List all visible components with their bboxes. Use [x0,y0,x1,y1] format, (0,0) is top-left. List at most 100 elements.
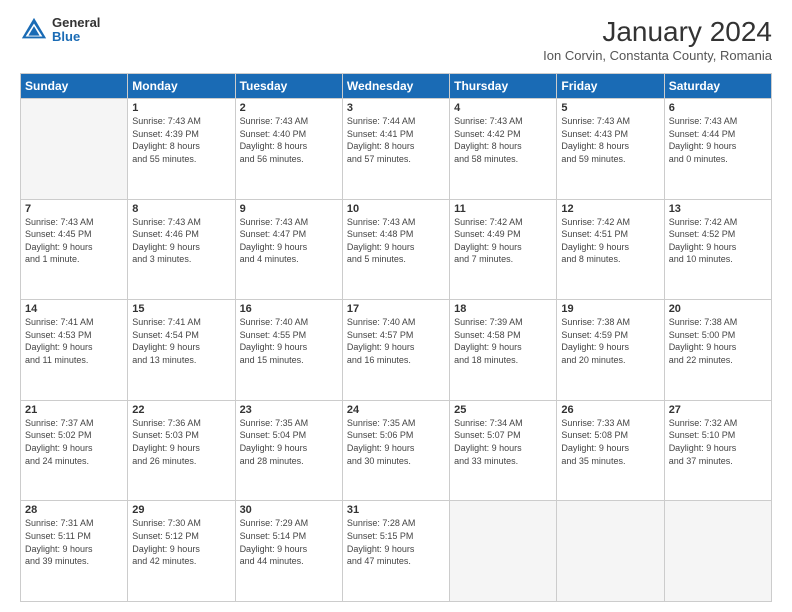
day-info: Sunrise: 7:40 AM Sunset: 4:57 PM Dayligh… [347,316,445,366]
logo-blue: Blue [52,30,100,44]
calendar-cell: 4Sunrise: 7:43 AM Sunset: 4:42 PM Daylig… [450,99,557,200]
calendar-cell [557,501,664,602]
day-number: 25 [454,404,552,416]
calendar-cell: 29Sunrise: 7:30 AM Sunset: 5:12 PM Dayli… [128,501,235,602]
calendar-cell: 22Sunrise: 7:36 AM Sunset: 5:03 PM Dayli… [128,400,235,501]
calendar-day-header: Wednesday [342,74,449,99]
day-number: 31 [347,504,445,516]
day-info: Sunrise: 7:35 AM Sunset: 5:06 PM Dayligh… [347,417,445,467]
day-info: Sunrise: 7:44 AM Sunset: 4:41 PM Dayligh… [347,115,445,165]
day-number: 27 [669,404,767,416]
day-info: Sunrise: 7:38 AM Sunset: 5:00 PM Dayligh… [669,316,767,366]
day-info: Sunrise: 7:43 AM Sunset: 4:43 PM Dayligh… [561,115,659,165]
calendar-header-row: SundayMondayTuesdayWednesdayThursdayFrid… [21,74,772,99]
calendar-week-row: 28Sunrise: 7:31 AM Sunset: 5:11 PM Dayli… [21,501,772,602]
day-number: 3 [347,102,445,114]
day-info: Sunrise: 7:39 AM Sunset: 4:58 PM Dayligh… [454,316,552,366]
day-number: 7 [25,203,123,215]
day-info: Sunrise: 7:28 AM Sunset: 5:15 PM Dayligh… [347,517,445,567]
day-info: Sunrise: 7:37 AM Sunset: 5:02 PM Dayligh… [25,417,123,467]
day-number: 30 [240,504,338,516]
calendar: SundayMondayTuesdayWednesdayThursdayFrid… [20,73,772,602]
day-info: Sunrise: 7:43 AM Sunset: 4:46 PM Dayligh… [132,216,230,266]
day-number: 19 [561,303,659,315]
calendar-cell: 9Sunrise: 7:43 AM Sunset: 4:47 PM Daylig… [235,199,342,300]
day-number: 22 [132,404,230,416]
calendar-cell: 5Sunrise: 7:43 AM Sunset: 4:43 PM Daylig… [557,99,664,200]
calendar-day-header: Tuesday [235,74,342,99]
calendar-cell: 15Sunrise: 7:41 AM Sunset: 4:54 PM Dayli… [128,300,235,401]
day-info: Sunrise: 7:42 AM Sunset: 4:49 PM Dayligh… [454,216,552,266]
calendar-day-header: Sunday [21,74,128,99]
day-number: 2 [240,102,338,114]
calendar-day-header: Thursday [450,74,557,99]
day-number: 14 [25,303,123,315]
calendar-cell: 19Sunrise: 7:38 AM Sunset: 4:59 PM Dayli… [557,300,664,401]
day-number: 17 [347,303,445,315]
page: General Blue January 2024 Ion Corvin, Co… [0,0,792,612]
day-info: Sunrise: 7:33 AM Sunset: 5:08 PM Dayligh… [561,417,659,467]
day-number: 5 [561,102,659,114]
day-info: Sunrise: 7:35 AM Sunset: 5:04 PM Dayligh… [240,417,338,467]
day-number: 20 [669,303,767,315]
logo-text: General Blue [52,16,100,45]
calendar-week-row: 7Sunrise: 7:43 AM Sunset: 4:45 PM Daylig… [21,199,772,300]
calendar-week-row: 14Sunrise: 7:41 AM Sunset: 4:53 PM Dayli… [21,300,772,401]
header: General Blue January 2024 Ion Corvin, Co… [20,16,772,63]
calendar-cell: 24Sunrise: 7:35 AM Sunset: 5:06 PM Dayli… [342,400,449,501]
day-info: Sunrise: 7:30 AM Sunset: 5:12 PM Dayligh… [132,517,230,567]
calendar-cell [21,99,128,200]
day-number: 11 [454,203,552,215]
day-number: 23 [240,404,338,416]
day-info: Sunrise: 7:43 AM Sunset: 4:42 PM Dayligh… [454,115,552,165]
calendar-cell: 20Sunrise: 7:38 AM Sunset: 5:00 PM Dayli… [664,300,771,401]
calendar-cell: 31Sunrise: 7:28 AM Sunset: 5:15 PM Dayli… [342,501,449,602]
calendar-day-header: Monday [128,74,235,99]
calendar-cell: 18Sunrise: 7:39 AM Sunset: 4:58 PM Dayli… [450,300,557,401]
calendar-cell: 25Sunrise: 7:34 AM Sunset: 5:07 PM Dayli… [450,400,557,501]
day-info: Sunrise: 7:29 AM Sunset: 5:14 PM Dayligh… [240,517,338,567]
day-info: Sunrise: 7:43 AM Sunset: 4:39 PM Dayligh… [132,115,230,165]
day-number: 6 [669,102,767,114]
day-info: Sunrise: 7:43 AM Sunset: 4:48 PM Dayligh… [347,216,445,266]
day-info: Sunrise: 7:43 AM Sunset: 4:47 PM Dayligh… [240,216,338,266]
day-number: 28 [25,504,123,516]
day-number: 4 [454,102,552,114]
calendar-cell: 7Sunrise: 7:43 AM Sunset: 4:45 PM Daylig… [21,199,128,300]
calendar-cell: 17Sunrise: 7:40 AM Sunset: 4:57 PM Dayli… [342,300,449,401]
day-number: 1 [132,102,230,114]
logo: General Blue [20,16,100,45]
calendar-cell: 10Sunrise: 7:43 AM Sunset: 4:48 PM Dayli… [342,199,449,300]
day-info: Sunrise: 7:31 AM Sunset: 5:11 PM Dayligh… [25,517,123,567]
calendar-cell [450,501,557,602]
calendar-cell: 27Sunrise: 7:32 AM Sunset: 5:10 PM Dayli… [664,400,771,501]
calendar-cell: 2Sunrise: 7:43 AM Sunset: 4:40 PM Daylig… [235,99,342,200]
day-info: Sunrise: 7:38 AM Sunset: 4:59 PM Dayligh… [561,316,659,366]
logo-general: General [52,16,100,30]
calendar-cell: 30Sunrise: 7:29 AM Sunset: 5:14 PM Dayli… [235,501,342,602]
calendar-cell [664,501,771,602]
calendar-cell: 23Sunrise: 7:35 AM Sunset: 5:04 PM Dayli… [235,400,342,501]
day-info: Sunrise: 7:43 AM Sunset: 4:44 PM Dayligh… [669,115,767,165]
day-number: 13 [669,203,767,215]
day-info: Sunrise: 7:43 AM Sunset: 4:40 PM Dayligh… [240,115,338,165]
day-number: 26 [561,404,659,416]
day-number: 12 [561,203,659,215]
calendar-week-row: 1Sunrise: 7:43 AM Sunset: 4:39 PM Daylig… [21,99,772,200]
calendar-cell: 16Sunrise: 7:40 AM Sunset: 4:55 PM Dayli… [235,300,342,401]
day-number: 8 [132,203,230,215]
calendar-day-header: Friday [557,74,664,99]
calendar-cell: 13Sunrise: 7:42 AM Sunset: 4:52 PM Dayli… [664,199,771,300]
calendar-cell: 28Sunrise: 7:31 AM Sunset: 5:11 PM Dayli… [21,501,128,602]
calendar-cell: 14Sunrise: 7:41 AM Sunset: 4:53 PM Dayli… [21,300,128,401]
day-number: 15 [132,303,230,315]
day-number: 9 [240,203,338,215]
calendar-cell: 21Sunrise: 7:37 AM Sunset: 5:02 PM Dayli… [21,400,128,501]
logo-icon [20,16,48,44]
calendar-cell: 6Sunrise: 7:43 AM Sunset: 4:44 PM Daylig… [664,99,771,200]
calendar-cell: 12Sunrise: 7:42 AM Sunset: 4:51 PM Dayli… [557,199,664,300]
day-info: Sunrise: 7:36 AM Sunset: 5:03 PM Dayligh… [132,417,230,467]
day-info: Sunrise: 7:41 AM Sunset: 4:53 PM Dayligh… [25,316,123,366]
day-info: Sunrise: 7:40 AM Sunset: 4:55 PM Dayligh… [240,316,338,366]
day-number: 24 [347,404,445,416]
